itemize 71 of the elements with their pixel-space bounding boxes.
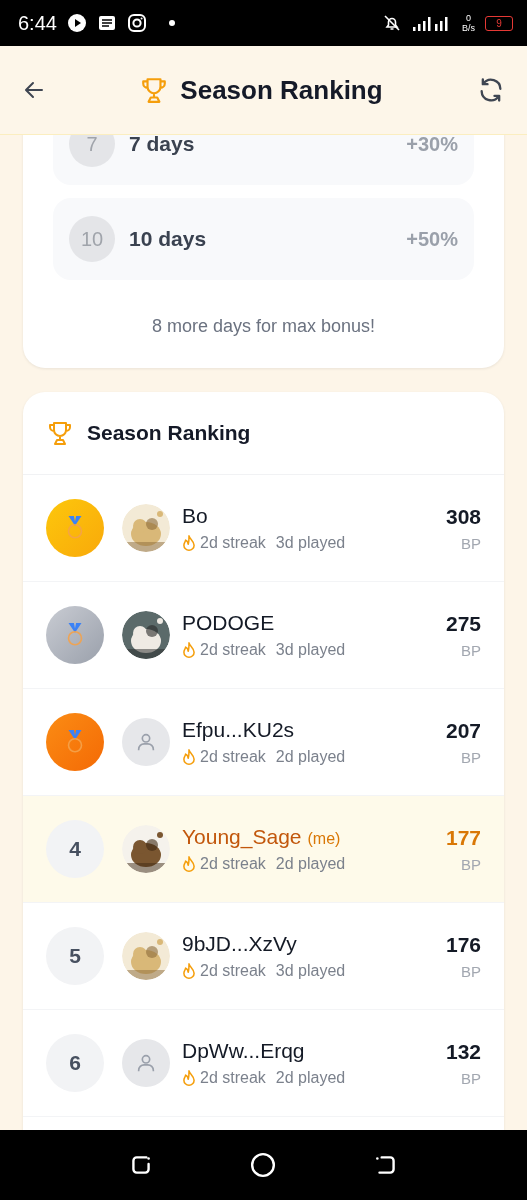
ranking-row[interactable]: Bo 2d streak 3d played 308 BP <box>23 475 504 582</box>
message-icon <box>96 13 117 33</box>
player-name: DpWw...Erqg <box>182 1039 305 1063</box>
tier-bonus: +30% <box>406 135 458 156</box>
ranking-row[interactable]: 5 9bJD...XzVy 2d streak 3d played 176 BP <box>23 903 504 1010</box>
played-text: 2d played <box>275 748 346 766</box>
net-unit: B/s <box>462 23 475 33</box>
rank-number: 4 <box>46 820 104 878</box>
ranking-row[interactable]: Efpu...KU2s 2d streak 2d played 207 BP <box>23 689 504 796</box>
streak-text: 2d streak <box>200 748 266 766</box>
net-speed: 0 <box>466 13 471 23</box>
ranking-row[interactable]: 4 Young_Sage (me) 2d streak 2d played 177 BP <box>23 796 504 903</box>
avatar-icon <box>122 1039 170 1087</box>
player-name: 9bJD...XzVy <box>182 932 297 956</box>
points: 132 <box>445 1039 481 1064</box>
points-unit: BP <box>461 748 481 766</box>
streak-text: 2d streak <box>200 855 266 873</box>
tier-label: 7 days <box>129 135 196 156</box>
points: 275 <box>445 611 481 636</box>
medal-badge <box>46 499 104 557</box>
points-unit: BP <box>461 1069 481 1087</box>
played-text: 3d played <box>275 962 346 980</box>
streak-text: 2d streak <box>200 534 266 552</box>
flame-icon <box>182 534 196 552</box>
medal-badge <box>46 713 104 771</box>
points-unit: BP <box>461 855 481 873</box>
player-name: Efpu...KU2s <box>182 718 295 742</box>
flame-icon <box>182 748 196 766</box>
trophy-icon <box>140 76 169 104</box>
avatar-icon <box>122 718 170 766</box>
player-name: PODOGE <box>182 611 275 635</box>
status-time: 6:44 <box>18 11 57 35</box>
ranking-row[interactable]: 6 DpWw...Erqg 2d streak 2d played 132 BP <box>23 1010 504 1117</box>
tier-bonus: +50% <box>406 227 458 251</box>
played-text: 2d played <box>275 855 346 873</box>
tier-label: 10 days <box>129 227 208 251</box>
camera-icon <box>126 13 147 33</box>
tier-badge: 10 <box>69 216 115 262</box>
battery-icon: 9 <box>485 15 513 31</box>
player-name: Young_Sage <box>182 825 302 849</box>
points-unit: BP <box>461 962 481 980</box>
flame-icon <box>182 962 196 980</box>
played-text: 2d played <box>275 1069 346 1087</box>
flame-icon <box>182 1069 196 1087</box>
points-unit: BP <box>461 641 481 659</box>
points-unit: BP <box>461 534 481 552</box>
section-title: Season Ranking <box>87 421 251 445</box>
rank-number: 5 <box>46 927 104 985</box>
trophy-icon <box>47 420 73 446</box>
points: 308 <box>445 504 481 529</box>
flame-icon <box>182 855 196 873</box>
play-icon <box>66 13 87 33</box>
played-text: 3d played <box>275 641 346 659</box>
ranking-row[interactable]: PODOGE 2d streak 3d played 275 BP <box>23 582 504 689</box>
points: 177 <box>445 825 481 850</box>
player-name: Bo <box>182 504 208 528</box>
page-title: Season Ranking <box>180 74 383 106</box>
streak-text: 2d streak <box>200 1069 266 1087</box>
points: 207 <box>445 718 481 743</box>
bonus-note: 8 more days for max bonus! <box>150 315 377 338</box>
dot-icon <box>168 20 175 26</box>
rank-number: 6 <box>46 1034 104 1092</box>
flame-icon <box>182 641 196 659</box>
tier-badge: 7 <box>69 135 115 167</box>
streak-text: 2d streak <box>200 962 266 980</box>
me-tag: (me) <box>307 830 341 848</box>
played-text: 3d played <box>275 534 346 552</box>
streak-text: 2d streak <box>200 641 266 659</box>
bell-off-icon <box>382 13 402 33</box>
points: 176 <box>445 932 481 957</box>
home-icon[interactable] <box>250 1152 277 1178</box>
